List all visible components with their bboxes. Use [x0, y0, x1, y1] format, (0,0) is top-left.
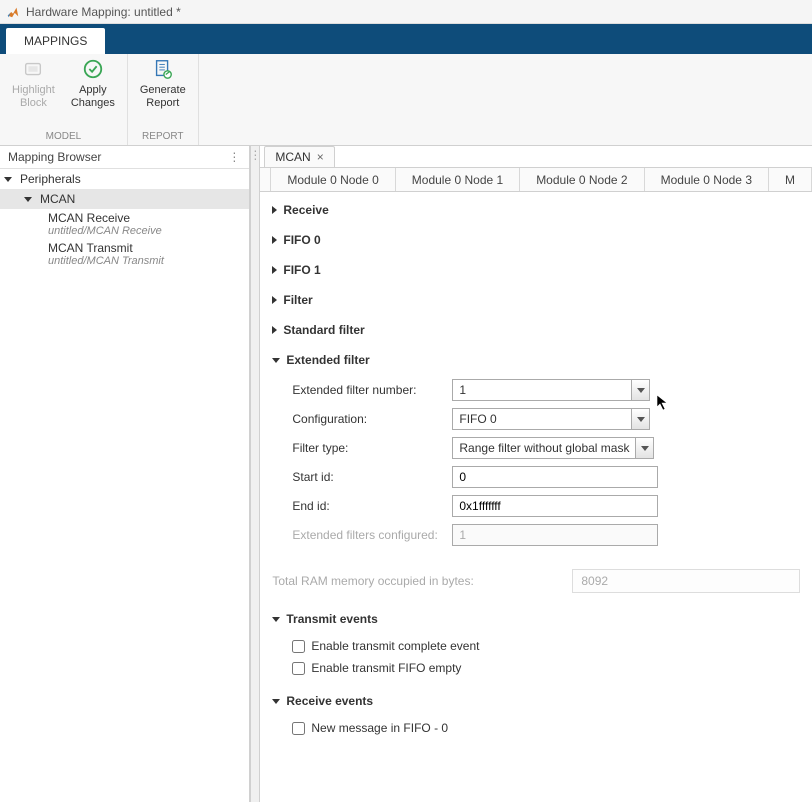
total-ram-label: Total RAM memory occupied in bytes: — [272, 574, 572, 588]
filters-configured-label: Extended filters configured: — [292, 528, 452, 542]
tree-item-peripherals[interactable]: Peripherals — [0, 169, 249, 189]
tree-label: Peripherals — [20, 172, 81, 186]
tree-item-mcan[interactable]: MCAN — [0, 189, 249, 209]
chevron-down-icon[interactable] — [635, 438, 653, 458]
section-label: Transmit events — [286, 612, 377, 626]
apply-changes-label: Apply Changes — [71, 84, 115, 110]
window-title: Hardware Mapping: untitled * — [26, 5, 181, 19]
section-filter[interactable]: Filter — [272, 288, 800, 312]
matlab-icon — [6, 5, 20, 19]
tool-group-report: Generate Report REPORT — [128, 54, 199, 145]
end-id-input[interactable] — [452, 495, 658, 517]
editor-pane: MCAN × Module 0 Node 0 Module 0 Node 1 M… — [260, 146, 812, 802]
extended-filter-number-label: Extended filter number: — [292, 383, 452, 397]
doc-tab-mcan[interactable]: MCAN × — [264, 146, 334, 167]
select-value: Range filter without global mask — [453, 438, 635, 458]
chevron-down-icon[interactable] — [631, 409, 649, 429]
extended-filter-number-select[interactable]: 1 — [452, 379, 650, 401]
tree-label: MCAN Transmit — [48, 241, 243, 255]
tree-path-label: untitled/MCAN Transmit — [48, 255, 243, 267]
tab-mappings[interactable]: MAPPINGS — [6, 28, 105, 54]
section-label: Receive — [283, 203, 328, 217]
content-scroll[interactable]: Receive FIFO 0 FIFO 1 Filter Standard fi… — [260, 192, 812, 802]
section-transmit-events[interactable]: Transmit events — [272, 607, 800, 631]
close-icon[interactable]: × — [317, 150, 324, 164]
section-label: Filter — [283, 293, 312, 307]
mapping-browser-title: Mapping Browser — [8, 150, 101, 164]
tree-toggle-icon[interactable] — [26, 194, 36, 204]
section-label: Receive events — [286, 694, 373, 708]
module-tabs: Module 0 Node 0 Module 0 Node 1 Module 0… — [260, 168, 812, 192]
new-msg-fifo0-checkbox[interactable] — [292, 722, 305, 735]
mapping-browser-menu-icon[interactable]: ⋮ — [228, 150, 241, 164]
enable-transmit-complete-label: Enable transmit complete event — [311, 639, 479, 653]
toolstrip: Highlight Block Apply Changes MODEL Gene… — [0, 54, 812, 146]
generate-report-label: Generate Report — [140, 84, 186, 110]
filters-configured-input — [452, 524, 658, 546]
total-ram-value: 8092 — [572, 569, 800, 593]
generate-report-icon — [152, 58, 174, 80]
apply-changes-icon — [82, 58, 104, 80]
mapping-browser-panel: Mapping Browser ⋮ Peripherals MCAN MCAN … — [0, 146, 250, 802]
section-extended-filter[interactable]: Extended filter — [272, 348, 800, 372]
tree-label: MCAN Receive — [48, 211, 243, 225]
tree-label: MCAN — [40, 192, 75, 206]
enable-transmit-fifo-empty-checkbox[interactable] — [292, 662, 305, 675]
generate-report-button[interactable]: Generate Report — [132, 54, 194, 129]
title-bar: Hardware Mapping: untitled * — [0, 0, 812, 24]
start-id-input[interactable] — [452, 466, 658, 488]
section-standard-filter[interactable]: Standard filter — [272, 318, 800, 342]
filter-type-label: Filter type: — [292, 441, 452, 455]
section-receive-events[interactable]: Receive events — [272, 689, 800, 713]
select-value: 1 — [453, 380, 631, 400]
tree-path-label: untitled/MCAN Receive — [48, 225, 243, 237]
section-receive[interactable]: Receive — [272, 198, 800, 222]
highlight-block-label: Highlight Block — [12, 84, 55, 110]
ribbon-tabs: MAPPINGS — [0, 24, 812, 54]
splitter-handle[interactable]: ⋮ — [250, 146, 260, 802]
new-msg-fifo0-label: New message in FIFO - 0 — [311, 721, 448, 735]
tree-item-mcan-receive[interactable]: MCAN Receive untitled/MCAN Receive — [0, 209, 249, 239]
mapping-browser-header: Mapping Browser ⋮ — [0, 146, 249, 169]
module-tab-3[interactable]: Module 0 Node 3 — [645, 168, 769, 191]
tree-toggle-icon[interactable] — [6, 174, 16, 184]
highlight-block-button: Highlight Block — [4, 54, 63, 129]
mapping-tree: Peripherals MCAN MCAN Receive untitled/M… — [0, 169, 249, 802]
enable-transmit-fifo-empty-label: Enable transmit FIFO empty — [311, 661, 461, 675]
chevron-down-icon[interactable] — [631, 380, 649, 400]
tool-group-model: Highlight Block Apply Changes MODEL — [0, 54, 128, 145]
section-label: FIFO 1 — [283, 263, 320, 277]
group-label-model: MODEL — [46, 129, 82, 145]
tree-item-mcan-transmit[interactable]: MCAN Transmit untitled/MCAN Transmit — [0, 239, 249, 269]
section-fifo1[interactable]: FIFO 1 — [272, 258, 800, 282]
section-label: Extended filter — [286, 353, 369, 367]
start-id-label: Start id: — [292, 470, 452, 484]
select-value: FIFO 0 — [453, 409, 631, 429]
section-label: Standard filter — [283, 323, 364, 337]
highlight-block-icon — [22, 58, 44, 80]
group-label-report: REPORT — [142, 129, 184, 145]
module-tab-4[interactable]: M — [769, 168, 812, 191]
section-label: FIFO 0 — [283, 233, 320, 247]
filter-type-select[interactable]: Range filter without global mask — [452, 437, 654, 459]
section-fifo0[interactable]: FIFO 0 — [272, 228, 800, 252]
module-tab-0[interactable]: Module 0 Node 0 — [270, 168, 395, 191]
configuration-select[interactable]: FIFO 0 — [452, 408, 650, 430]
module-tab-1[interactable]: Module 0 Node 1 — [396, 168, 520, 191]
module-tab-2[interactable]: Module 0 Node 2 — [520, 168, 644, 191]
apply-changes-button[interactable]: Apply Changes — [63, 54, 123, 129]
end-id-label: End id: — [292, 499, 452, 513]
enable-transmit-complete-checkbox[interactable] — [292, 640, 305, 653]
doc-tab-label: MCAN — [275, 150, 310, 164]
configuration-label: Configuration: — [292, 412, 452, 426]
